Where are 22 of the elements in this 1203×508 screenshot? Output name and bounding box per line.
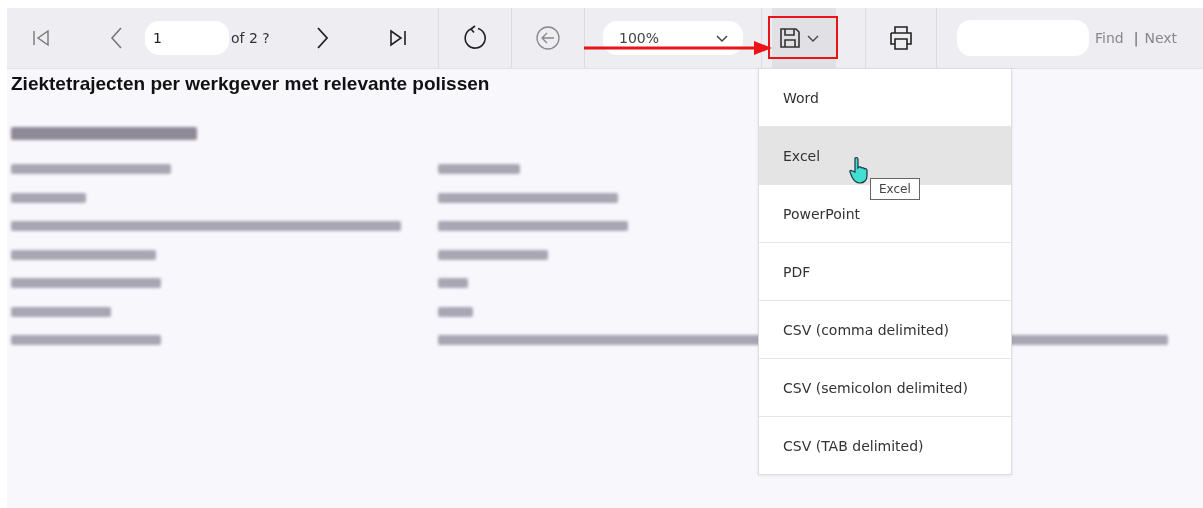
menu-item[interactable]: CSV (TAB delimited) <box>759 417 1011 474</box>
caret-icon <box>806 33 820 43</box>
menu-item[interactable]: CSV (semicolon delimited) <box>759 359 1011 417</box>
save-button[interactable] <box>772 8 836 68</box>
tooltip: Excel <box>870 178 920 200</box>
refresh-icon[interactable] <box>461 24 489 52</box>
print-icon[interactable] <box>887 24 915 52</box>
page-count: of 2 ? <box>231 30 270 46</box>
caret-icon <box>715 33 729 43</box>
first-page-icon[interactable] <box>31 28 51 48</box>
menu-item[interactable]: PDF <box>759 243 1011 301</box>
zoom-value: 100% <box>619 30 660 46</box>
menu-item[interactable]: CSV (comma delimited) <box>759 301 1011 359</box>
redacted-text <box>438 306 473 317</box>
last-page-icon[interactable] <box>387 28 408 48</box>
page-number-field[interactable]: 1 <box>145 21 229 55</box>
separator-text: | <box>1133 30 1139 46</box>
report-title: Ziektetrajecten per werkgever met relevante polissen <box>11 73 491 95</box>
back-icon[interactable] <box>535 25 561 51</box>
hand-cursor-icon <box>849 156 871 184</box>
save-icon <box>778 26 802 50</box>
redacted-text <box>438 278 468 288</box>
